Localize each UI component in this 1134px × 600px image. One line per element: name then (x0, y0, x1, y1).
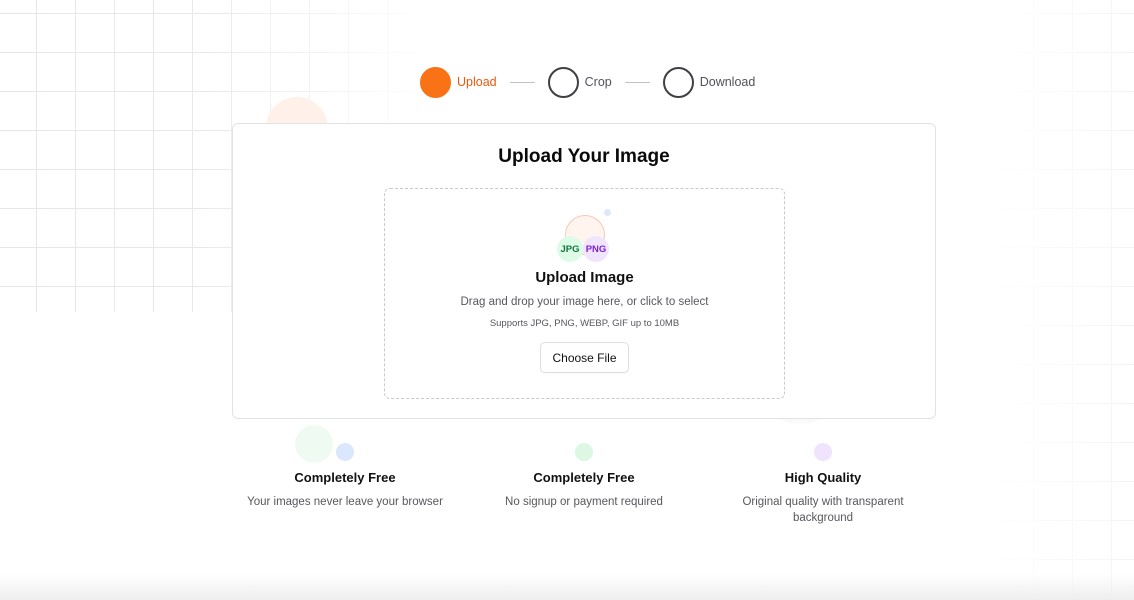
feature-privacy: Completely Free Your images never leave … (225, 443, 465, 510)
step-upload-indicator (420, 66, 451, 98)
upload-card: Upload Your Image JPG PNG Upload Image D… (232, 123, 936, 419)
step-connector (624, 81, 650, 83)
feature-quality: High Quality Original quality with trans… (703, 443, 943, 526)
purple-dot-icon (814, 443, 832, 461)
jpg-badge: JPG (557, 236, 583, 262)
upload-image-icon: JPG PNG (557, 207, 617, 265)
feature-description: Your images never leave your browser (247, 496, 443, 508)
page: Upload Crop Download Upload Your Image J… (0, 0, 1134, 600)
step-download[interactable]: Download (662, 66, 756, 98)
step-download-label: Download (699, 75, 756, 89)
dropzone-instructions: Drag and drop your image here, or click … (460, 296, 709, 308)
feature-title: Completely Free (294, 470, 396, 485)
png-badge: PNG (583, 236, 609, 262)
step-crop-label: Crop (584, 75, 612, 89)
step-crop-indicator (547, 66, 579, 98)
feature-free: Completely Free No signup or payment req… (464, 443, 704, 510)
card-title: Upload Your Image (498, 146, 670, 167)
step-upload[interactable]: Upload (420, 66, 497, 98)
step-download-indicator (662, 66, 694, 98)
feature-title: Completely Free (533, 470, 635, 485)
blue-dot-icon (336, 443, 354, 461)
feature-description: Original quality with transparent backgr… (742, 496, 904, 524)
step-upload-label: Upload (457, 75, 497, 89)
feature-description: No signup or payment required (505, 496, 663, 508)
supported-formats-note: Supports JPG, PNG, WEBP, GIF up to 10MB (489, 318, 680, 329)
upload-dropzone[interactable]: JPG PNG Upload Image Drag and drop your … (384, 188, 785, 399)
feature-title: High Quality (784, 470, 862, 485)
choose-file-button[interactable]: Choose File (540, 342, 629, 373)
dropzone-title: Upload Image (535, 269, 634, 286)
background-grid-right (994, 0, 1134, 600)
step-crop[interactable]: Crop (547, 66, 612, 98)
bottom-fade (0, 574, 1134, 600)
accent-dot-icon (604, 209, 611, 216)
green-dot-icon (575, 443, 593, 461)
step-connector (509, 81, 535, 83)
progress-stepper: Upload Crop Download (420, 66, 755, 98)
